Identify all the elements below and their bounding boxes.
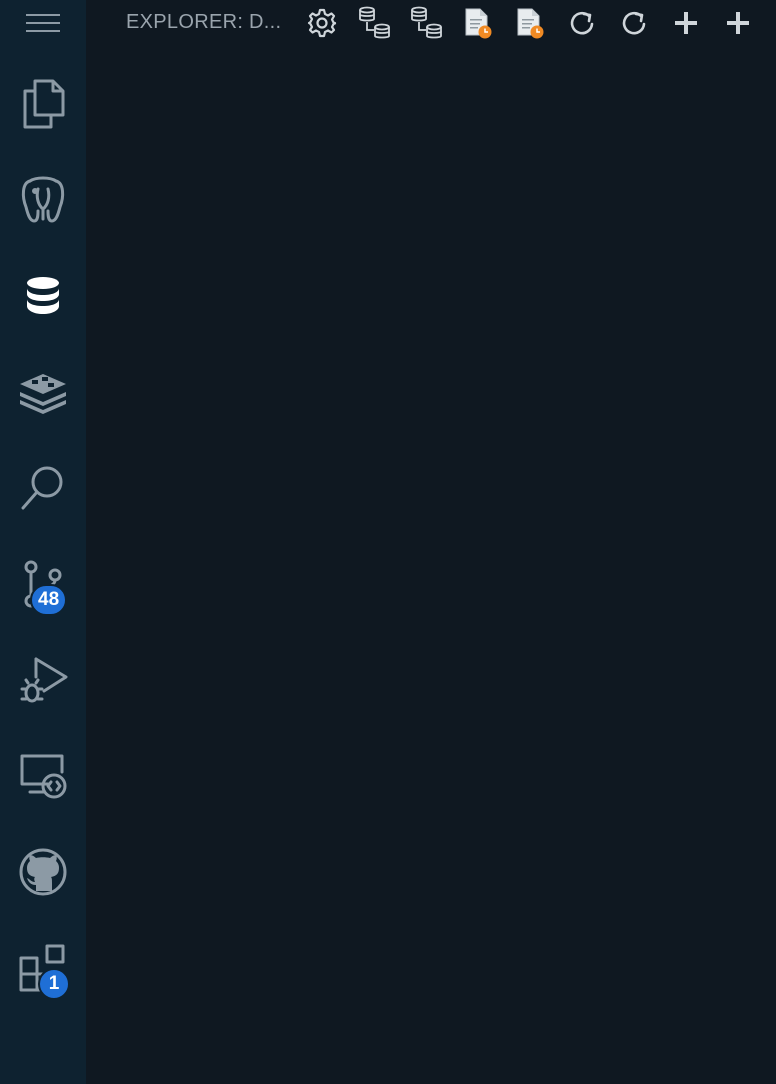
search-icon <box>21 466 63 510</box>
source-control-badge: 48 <box>30 584 68 616</box>
remote-explorer-icon <box>20 754 67 799</box>
db-tree-button-2[interactable] <box>406 4 446 42</box>
refresh-button-1[interactable] <box>562 4 602 42</box>
refresh-icon <box>622 11 646 35</box>
extensions-badge: 1 <box>38 968 70 1000</box>
settings-button[interactable] <box>302 4 342 42</box>
menu-button[interactable] <box>0 0 86 46</box>
query-history-button-1[interactable] <box>458 4 498 42</box>
plus-icon <box>675 12 697 34</box>
panel-header: EXPLORER: D... <box>86 0 776 46</box>
document-clock-icon <box>517 8 544 39</box>
activity-remote-explorer[interactable] <box>0 734 86 818</box>
run-debug-icon <box>20 657 68 703</box>
explorer-panel: EXPLORER: D... <box>86 0 776 1084</box>
elephant-icon <box>21 176 65 223</box>
database-icon <box>27 277 59 314</box>
activity-explorer[interactable] <box>0 62 86 146</box>
query-history-button-2[interactable] <box>510 4 550 42</box>
database-tree-icon <box>411 6 442 39</box>
files-icon <box>23 79 65 129</box>
activity-github[interactable] <box>0 830 86 914</box>
add-button-2[interactable] <box>718 4 758 42</box>
activity-search[interactable] <box>0 446 86 530</box>
db-tree-button-1[interactable] <box>354 4 394 42</box>
panel-title: EXPLORER: D... <box>126 11 282 33</box>
add-button-1[interactable] <box>666 4 706 42</box>
refresh-button-2[interactable] <box>614 4 654 42</box>
hamburger-icon <box>26 14 60 32</box>
gear-icon <box>307 8 337 38</box>
activity-run-debug[interactable] <box>0 638 86 722</box>
layers-icon <box>20 374 66 414</box>
activity-bar: 48 1 <box>0 0 86 1084</box>
database-tree-icon <box>359 6 390 39</box>
document-clock-icon <box>465 8 492 39</box>
activity-extensions[interactable] <box>0 926 86 1010</box>
activity-redis[interactable] <box>0 350 86 434</box>
refresh-icon <box>570 11 594 35</box>
github-icon <box>19 848 67 896</box>
activity-database[interactable] <box>0 254 86 338</box>
plus-icon <box>727 12 749 34</box>
activity-postgresql[interactable] <box>0 158 86 242</box>
